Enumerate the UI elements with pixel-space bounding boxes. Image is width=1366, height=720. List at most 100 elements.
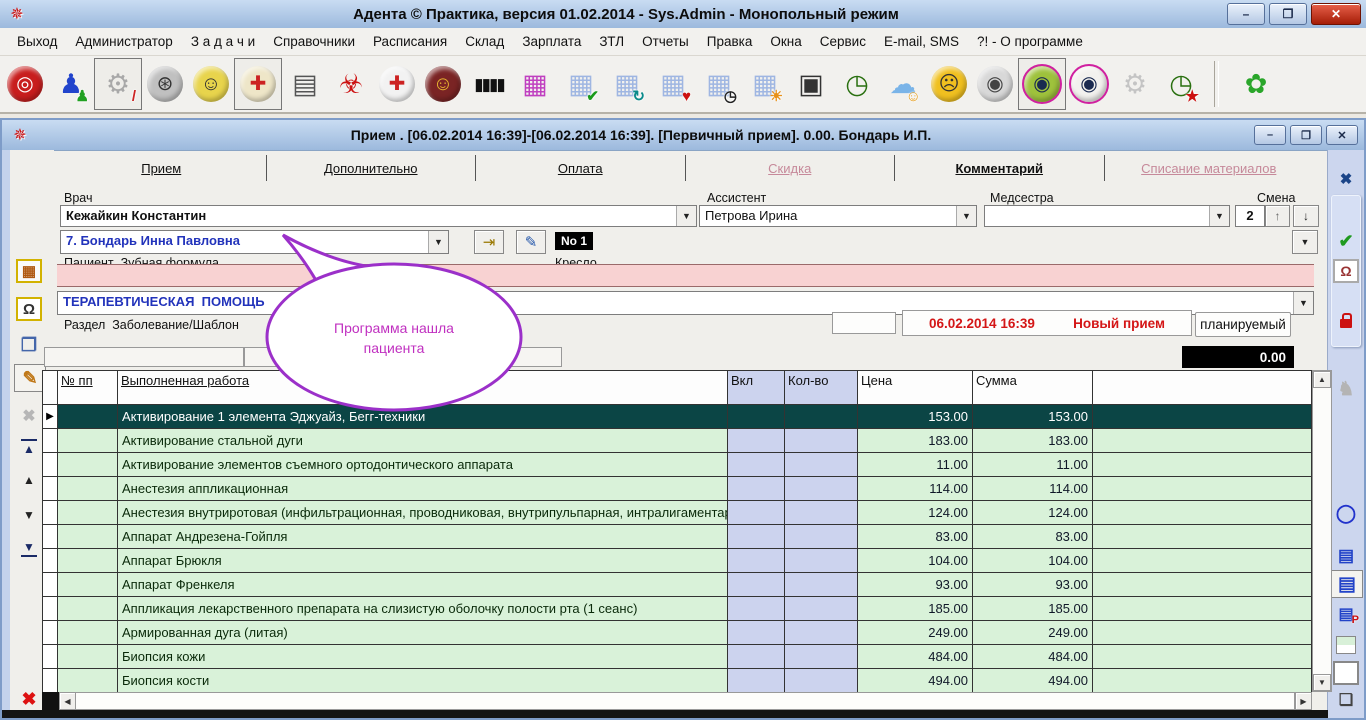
finder-face-icon[interactable]: ☺ — [188, 59, 234, 109]
list-view-active-icon[interactable]: ▤ — [1331, 570, 1363, 598]
header-sum[interactable]: Сумма — [973, 371, 1093, 405]
chat-bubbles-icon[interactable]: ☁ ☺ — [880, 59, 926, 109]
cell-price[interactable]: 83.00 — [858, 525, 973, 549]
cell-price[interactable]: 11.00 — [858, 453, 973, 477]
cell-price[interactable]: 104.00 — [858, 549, 973, 573]
menu-item[interactable]: Правка — [698, 29, 762, 54]
delete-row-icon[interactable]: ✖ — [14, 686, 44, 712]
delete-disabled-icon[interactable]: ✖ — [14, 404, 44, 430]
power-icon[interactable]: ◎ — [2, 59, 48, 109]
cell-price[interactable]: 494.00 — [858, 669, 973, 693]
medical-card-icon[interactable]: ✚ — [234, 58, 282, 110]
patient-card-button[interactable]: ⇥ — [474, 230, 504, 254]
cell-qty[interactable] — [785, 645, 858, 669]
cell-incl[interactable] — [728, 453, 785, 477]
cell-work[interactable]: Армированная дуга (литая) — [118, 621, 728, 645]
cell-price[interactable]: 249.00 — [858, 621, 973, 645]
dental-formula-field[interactable] — [57, 264, 1314, 287]
table-row[interactable]: Биопсия кожи 484.00 484.00 — [42, 645, 1312, 669]
cell-incl[interactable] — [728, 405, 785, 429]
calendar-sun-icon[interactable]: ▦ ☀ — [742, 59, 788, 109]
list-view-icon[interactable]: ▤ — [1331, 542, 1361, 568]
cell-work[interactable]: Аппарат Брюкля — [118, 549, 728, 573]
cell-work[interactable]: Анестезия аппликационная — [118, 477, 728, 501]
cell-sum[interactable]: 11.00 — [973, 453, 1093, 477]
cell-sum[interactable]: 183.00 — [973, 429, 1093, 453]
chevron-down-icon[interactable] — [428, 231, 448, 253]
cell-work[interactable]: Активирование 1 элемента Эджуайз, Бегг-т… — [118, 405, 728, 429]
cell-incl[interactable] — [728, 645, 785, 669]
menu-item[interactable]: Администратор — [66, 29, 181, 54]
cell-sum[interactable]: 484.00 — [973, 645, 1093, 669]
tooth-card-icon[interactable]: Ω — [14, 296, 44, 322]
biohazard-icon[interactable]: ☣ — [328, 59, 374, 109]
cell-qty[interactable] — [785, 573, 858, 597]
cell-incl[interactable] — [728, 573, 785, 597]
menu-item[interactable]: E-mail, SMS — [875, 29, 968, 54]
dark-face-icon[interactable]: ☺ — [420, 59, 466, 109]
chevron-down-icon[interactable] — [1293, 292, 1313, 314]
window-restore-button[interactable]: ❐ — [1290, 125, 1322, 145]
cell-sum[interactable]: 114.00 — [973, 477, 1093, 501]
table-row[interactable]: Аппликация лекарственного препарата на с… — [42, 597, 1312, 621]
record-circle-icon[interactable]: ◯ — [1331, 500, 1361, 526]
minimize-button[interactable]: – — [1227, 3, 1265, 25]
cell-incl[interactable] — [728, 477, 785, 501]
menu-item[interactable]: ?! - О программе — [968, 29, 1092, 54]
cell-sum[interactable]: 494.00 — [973, 669, 1093, 693]
shift-up-button[interactable] — [1265, 205, 1290, 227]
chevron-down-icon[interactable] — [956, 206, 976, 226]
tab-3[interactable]: Оплата — [476, 155, 686, 181]
close-panel-icon[interactable]: ✖ — [1331, 166, 1361, 192]
cell-work[interactable]: Аппликация лекарственного препарата на с… — [118, 597, 728, 621]
table-row[interactable]: Анестезия аппликационная 114.00 114.00 — [42, 477, 1312, 501]
camera-icon[interactable]: ◉ — [972, 59, 1018, 109]
table-row[interactable]: Аппарат Френкеля 93.00 93.00 — [42, 573, 1312, 597]
tab-5[interactable]: Комментарий — [895, 155, 1105, 181]
table-row[interactable]: Активирование стальной дуги 183.00 183.00 — [42, 429, 1312, 453]
menu-item[interactable]: Справочники — [264, 29, 364, 54]
scroll-down-button[interactable]: ▼ — [1313, 674, 1331, 691]
cell-qty[interactable] — [785, 525, 858, 549]
planned-button[interactable]: планируемый — [1195, 312, 1291, 337]
menu-item[interactable]: Окна — [761, 29, 810, 54]
cell-work[interactable]: Анестезия внутриротовая (инфильтрационна… — [118, 501, 728, 525]
first-aid-kit-icon[interactable]: ✚ — [374, 59, 420, 109]
cell-price[interactable]: 124.00 — [858, 501, 973, 525]
shift-field[interactable]: 2 — [1235, 205, 1265, 227]
menu-item[interactable]: З а д а ч и — [182, 29, 264, 54]
menu-item[interactable]: Зарплата — [513, 29, 590, 54]
calendar-clock-icon[interactable]: ▦ ◷ — [696, 59, 742, 109]
cell-incl[interactable] — [728, 501, 785, 525]
cell-qty[interactable] — [785, 549, 858, 573]
barcode-icon[interactable]: ▮▮▮▮ — [466, 59, 512, 109]
table-row[interactable]: Активирование элементов съемного ортодон… — [42, 453, 1312, 477]
film-folder-icon[interactable]: ⊛ — [142, 59, 188, 109]
doctor-combobox[interactable]: Кежайкин Константин — [60, 205, 697, 227]
shift-down-button[interactable] — [1293, 205, 1319, 227]
scroll-left-button[interactable]: ◀ — [59, 692, 76, 710]
cell-sum[interactable]: 249.00 — [973, 621, 1093, 645]
tab-1[interactable]: Прием — [57, 155, 267, 181]
cell-sum[interactable]: 83.00 — [973, 525, 1093, 549]
table-row[interactable]: Аппарат Андрезена-Гойпля 83.00 83.00 — [42, 525, 1312, 549]
cell-sum[interactable]: 93.00 — [973, 573, 1093, 597]
window-view-icon[interactable]: ❐ — [14, 332, 44, 358]
cell-qty[interactable] — [785, 669, 858, 693]
alarm-clock-icon[interactable]: ◷ — [834, 59, 880, 109]
cell-work[interactable]: Биопсия кожи — [118, 645, 728, 669]
cell-incl[interactable] — [728, 597, 785, 621]
cell-qty[interactable] — [785, 405, 858, 429]
eye-icon[interactable]: ◉ — [1066, 59, 1112, 109]
cell-qty[interactable] — [785, 501, 858, 525]
users-pawns-icon[interactable]: ♟ ♟ — [48, 59, 94, 109]
cell-qty[interactable] — [785, 453, 858, 477]
chevron-down-icon[interactable] — [676, 206, 696, 226]
cell-price[interactable]: 484.00 — [858, 645, 973, 669]
menu-item[interactable]: Расписания — [364, 29, 456, 54]
cell-price[interactable]: 114.00 — [858, 477, 973, 501]
menu-item[interactable]: Отчеты — [633, 29, 698, 54]
cell-qty[interactable] — [785, 597, 858, 621]
icq-flower-icon[interactable]: ✿ — [1233, 59, 1279, 109]
window-close-button[interactable]: ✕ — [1326, 125, 1358, 145]
